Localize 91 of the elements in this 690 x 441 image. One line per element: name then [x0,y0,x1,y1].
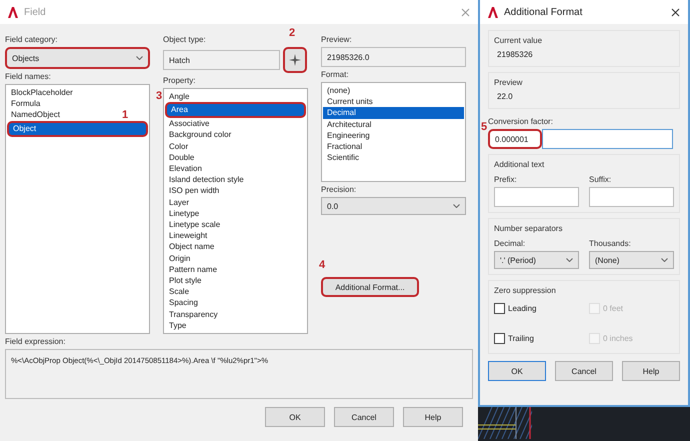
preview-field: 21985326.0 [321,47,466,67]
close-icon[interactable] [671,8,680,16]
list-item[interactable]: Pattern name [165,264,222,276]
field-label: Object type: [163,35,207,45]
field-label: Additional text [494,160,546,170]
list-item[interactable]: Current units [323,96,377,108]
chevron-down-icon [453,204,460,208]
list-item[interactable]: Island detection style [165,174,248,186]
window-title: Field [24,6,47,18]
additional-format-button[interactable]: Additional Format... [321,277,419,297]
list-item[interactable]: Scale [165,286,194,298]
chevron-down-icon [136,56,143,60]
list-item[interactable]: Architectural [323,118,376,130]
dropdown[interactable]: 0.0 [321,197,466,215]
input-field[interactable] [494,187,579,207]
list-item[interactable]: Object [7,120,148,137]
step-number: 3 [156,90,162,102]
list-item[interactable]: Decimal [323,107,464,119]
chevron-down-icon [661,258,668,262]
list-item[interactable]: BlockPlaceholder [7,87,77,98]
list-item[interactable]: Type [165,320,190,332]
list-item[interactable]: Transparency [165,308,222,320]
dropdown[interactable]: (None) [589,251,674,269]
cad-hatch-drawing [478,407,532,439]
dropdown[interactable]: Objects [5,47,150,69]
dialog-button[interactable]: Cancel [334,407,394,427]
checkbox-label: 0 inches [603,334,633,342]
input-field[interactable] [542,129,673,149]
field-label: Decimal: [494,239,526,249]
list-item[interactable]: ISO pen width [165,185,224,197]
value-text: 21985326 [496,49,534,61]
field-label: Format: [321,70,350,80]
dropdown[interactable]: '.' (Period) [494,251,579,269]
field-label: Property: [163,76,196,86]
list-item[interactable]: Associative [165,118,214,130]
list-item[interactable]: (none) [323,85,354,96]
dialog-button[interactable]: OK [488,361,546,381]
crosshair-icon [289,54,301,66]
field-label: Zero suppression [494,286,557,296]
field-label: Field category: [5,35,58,45]
list-item[interactable]: Plot style [165,275,206,286]
list-item[interactable]: Engineering [323,130,374,142]
list-item[interactable]: Color [165,140,192,152]
input-field[interactable] [589,187,674,207]
field-label: Number separators [494,224,564,234]
dialog-button[interactable]: OK [265,407,325,427]
list-item[interactable]: Elevation [165,163,206,174]
field-label: Prefix: [494,175,518,185]
list-item[interactable]: Fractional [323,141,366,152]
list-item[interactable]: Lineweight [165,230,212,242]
field-label: Field names: [5,72,52,82]
dialog-button[interactable]: Help [622,361,680,381]
field-label: Preview: [321,35,353,45]
field-label: Field expression: [5,337,66,347]
list-item[interactable]: Origin [165,252,194,264]
step-number: 2 [289,27,296,39]
list-item[interactable]: Scientific [323,152,364,164]
list-item[interactable]: Formula [7,98,44,110]
list-item[interactable]: Angle [165,91,194,102]
list-item[interactable]: Layer [165,196,194,208]
field-label: Preview [494,78,524,88]
checkbox-label: Trailing [508,334,534,342]
step-number: 4 [319,259,326,271]
app-logo-icon [8,6,18,18]
checkbox-label: 0 feet [603,304,624,312]
checkbox[interactable] [494,302,505,314]
list-item[interactable]: Area [165,102,306,118]
value-text: 22.0 [496,91,514,103]
conversion-highlight: 0.000001 [488,129,542,149]
list-item[interactable]: NamedObject [7,109,64,121]
step-number: 5 [481,121,488,133]
field-label: Thousands: [589,239,632,249]
checkbox[interactable] [494,332,505,344]
pick-object-button[interactable] [283,47,307,73]
app-logo-icon [488,6,498,18]
field-label: Current value [494,36,544,46]
step-number: 1 [122,108,128,121]
field-label: Precision: [321,185,358,195]
checkbox-label: Leading [508,304,536,312]
field-label: Suffix: [589,175,612,185]
list-item[interactable]: Linetype scale [165,219,224,230]
window-title: Additional Format [504,6,584,18]
list-item[interactable]: Object name [165,241,218,253]
field-label: Conversion factor: [488,117,554,127]
list-item[interactable]: Background color [165,129,236,141]
list-item[interactable]: Double [165,152,198,164]
dialog-button[interactable]: Help [403,407,463,427]
chevron-down-icon [566,258,573,262]
dialog-button[interactable]: Cancel [555,361,613,381]
list-item[interactable]: Linetype [165,208,204,220]
list-item[interactable]: Spacing [165,297,202,309]
